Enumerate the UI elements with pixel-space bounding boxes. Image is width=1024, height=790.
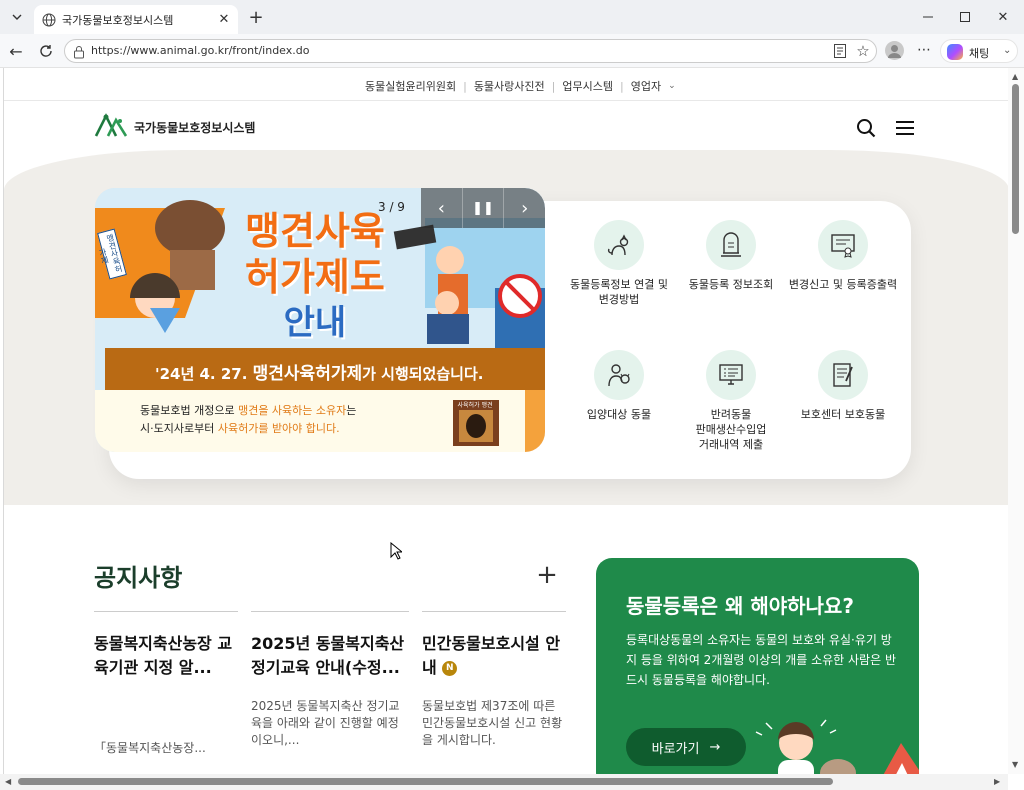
browser-tab[interactable]: 국가동물보호정보시스템 ✕ xyxy=(34,5,238,34)
go-button-label: 바로가기 xyxy=(651,741,700,757)
banner-notice: '24년 4. 27. 맹견사육허가제가 시행되었습니다. xyxy=(155,364,484,384)
utility-nav: 동물실험윤리위원회 | 동물사랑사진전 | 업무시스템 | 영업자 ⌄ xyxy=(365,78,676,94)
logo-text: 국가동물보호정보시스템 xyxy=(134,120,256,135)
quick-link-change-report[interactable]: 변경신고 및 등록증출력 xyxy=(783,220,903,292)
web-page: 동물실험윤리위원회 | 동물사랑사진전 | 업무시스템 | 영업자 ⌄ 국가동물… xyxy=(3,68,1008,774)
prev-slide-icon[interactable]: ‹ xyxy=(421,188,462,228)
url-text: https://www.animal.go.kr/front/index.do xyxy=(91,44,310,57)
util-link-business[interactable]: 영업자 xyxy=(631,78,661,94)
notice-title: 2025년 동물복지축산 정기교육 안내(수정... xyxy=(251,634,405,677)
quick-link-label: 반려동물 판매생산수입업 거래내역 제출 xyxy=(695,408,767,451)
notice-body: 동물보호법 제37조에 따른 민간동물보호시설 신고 현황을 게시합니다. xyxy=(422,699,563,747)
quick-link-adoption[interactable]: 입양대상 동물 xyxy=(559,350,679,422)
notice-heading: 공지사항 xyxy=(94,564,183,592)
banner-sign: 사육허가 맹견 xyxy=(457,402,493,409)
tab-title: 국가동물보호정보시스템 xyxy=(62,14,174,27)
banner-title-line2: 허가제도 xyxy=(245,255,385,299)
quick-link-label: 보호센터 보호동물 xyxy=(800,408,886,421)
scroll-thumb[interactable] xyxy=(18,778,833,785)
divider xyxy=(4,100,1008,101)
slider-controls: ‹ ❚❚ › xyxy=(421,188,545,228)
scroll-up-icon[interactable]: ▲ xyxy=(1012,72,1018,81)
tab-strip: 국가동물보호정보시스템 ✕ + ✕ xyxy=(0,0,1024,34)
scroll-right-icon[interactable]: ▶ xyxy=(994,777,1000,786)
profile-avatar[interactable] xyxy=(885,41,904,60)
more-notices-plus-icon[interactable]: + xyxy=(536,560,558,590)
quick-link-shelter-animals[interactable]: 보호센터 보호동물 xyxy=(783,350,903,422)
quick-link-label: 동물등록정보 연결 및 변경방법 xyxy=(569,278,669,306)
site-info-icon[interactable] xyxy=(73,44,85,63)
person-dog-icon xyxy=(594,350,644,400)
notice-card[interactable]: 동물복지축산농장 교육기관 지정 알... 「동물복지축산농장... xyxy=(94,611,238,757)
hero-banner-slide[interactable]: 3 / 9 맹견사육 허가제도 안내 맹견사육허가제 '24년 4. 27. 맹… xyxy=(95,188,545,452)
cat-icon xyxy=(594,220,644,270)
notice-title: 동물복지축산농장 교육기관 지정 알... xyxy=(94,634,233,677)
mouse-cursor-icon xyxy=(390,542,402,560)
new-tab-icon[interactable]: + xyxy=(246,7,266,28)
copilot-chat-button[interactable]: 채팅 ⌄ xyxy=(940,39,1018,63)
notepad-icon xyxy=(818,350,868,400)
back-icon[interactable]: ← xyxy=(6,41,26,61)
quick-link-trade-report[interactable]: 반려동물 판매생산수입업 거래내역 제출 xyxy=(671,350,791,452)
quick-link-label: 동물등록 정보조회 xyxy=(688,278,774,291)
close-tab-icon[interactable]: ✕ xyxy=(216,11,232,27)
promo-body: 등록대상동물의 소유자는 동물의 보호와 유실·유기 방지 등을 위하여 2개월… xyxy=(626,633,896,687)
promo-illustration xyxy=(755,719,919,774)
tombstone-icon xyxy=(706,220,756,270)
chevron-down-icon: ⌄ xyxy=(1003,45,1012,56)
quick-link-label: 변경신고 및 등록증출력 xyxy=(788,278,898,291)
favorite-star-icon[interactable]: ☆ xyxy=(854,42,872,60)
notice-body: 「동물복지축산농장... xyxy=(94,741,206,755)
util-link-work-system[interactable]: 업무시스템 xyxy=(562,78,613,94)
close-window-icon[interactable]: ✕ xyxy=(993,8,1013,26)
notice-body: 2025년 동물복지축산 정기교육을 아래와 같이 진행할 예정이오니,... xyxy=(251,699,400,747)
logo-mark-icon xyxy=(94,112,130,142)
next-slide-icon[interactable]: › xyxy=(504,188,545,228)
search-icon[interactable] xyxy=(854,116,878,140)
menu-icon[interactable] xyxy=(893,116,917,140)
refresh-icon[interactable] xyxy=(36,41,56,61)
banner-title-line3: 안내 xyxy=(283,303,347,343)
scroll-down-icon[interactable]: ▼ xyxy=(1012,760,1018,769)
notice-card[interactable]: 2025년 동물복지축산 정기교육 안내(수정... 2025년 동물복지축산 … xyxy=(251,611,409,749)
tab-list-button[interactable] xyxy=(6,8,28,26)
banner-headline: 맹견사육 허가제도 안내 xyxy=(245,208,385,346)
reader-mode-icon[interactable] xyxy=(832,43,848,59)
minimize-icon[interactable] xyxy=(918,8,938,26)
pause-icon[interactable]: ❚❚ xyxy=(461,188,505,228)
site-logo[interactable]: 국가동물보호정보시스템 xyxy=(94,112,255,142)
new-badge: N xyxy=(442,661,458,676)
certificate-icon xyxy=(818,220,868,270)
banner-title-line1: 맹견사육 xyxy=(245,209,385,253)
chat-label: 채팅 xyxy=(969,47,990,60)
banner-description: 동물보호법 개정으로 맹견을 사육하는 소유자는 시·도지사로부터 사육허가를 … xyxy=(140,404,357,435)
quick-link-label: 입양대상 동물 xyxy=(586,408,652,421)
util-link-ethics[interactable]: 동물실험윤리위원회 xyxy=(365,78,456,94)
horizontal-scrollbar[interactable]: ◀ ▶ xyxy=(0,774,1008,790)
more-options-icon[interactable]: ⋯ xyxy=(915,42,933,58)
scroll-left-icon[interactable]: ◀ xyxy=(5,777,11,786)
address-field[interactable]: https://www.animal.go.kr/front/index.do … xyxy=(64,39,877,63)
quick-link-registration-link[interactable]: 동물등록정보 연결 및 변경방법 xyxy=(559,220,679,307)
arrow-right-icon: → xyxy=(709,739,721,755)
vertical-scrollbar[interactable]: ▲ ▼ xyxy=(1008,68,1024,774)
quick-link-registration-lookup[interactable]: 동물등록 정보조회 xyxy=(671,220,791,292)
promo-title: 동물등록은 왜 해야하나요? xyxy=(626,594,854,618)
scroll-thumb[interactable] xyxy=(1012,84,1019,234)
maximize-icon[interactable] xyxy=(955,8,975,26)
globe-icon xyxy=(42,12,56,31)
registration-promo-card: 동물등록은 왜 해야하나요? 등록대상동물의 소유자는 동물의 보호와 유실·유… xyxy=(596,558,919,774)
copilot-icon xyxy=(947,44,963,60)
monitor-list-icon xyxy=(706,350,756,400)
chevron-down-icon: ⌄ xyxy=(668,81,676,91)
notice-title-wrap: 민간동물보호시설 안내 N xyxy=(422,632,566,680)
util-link-photo-contest[interactable]: 동물사랑사진전 xyxy=(474,78,545,94)
notice-card[interactable]: 민간동물보호시설 안내 N 동물보호법 제37조에 따른 민간동물보호시설 신고… xyxy=(422,611,566,749)
